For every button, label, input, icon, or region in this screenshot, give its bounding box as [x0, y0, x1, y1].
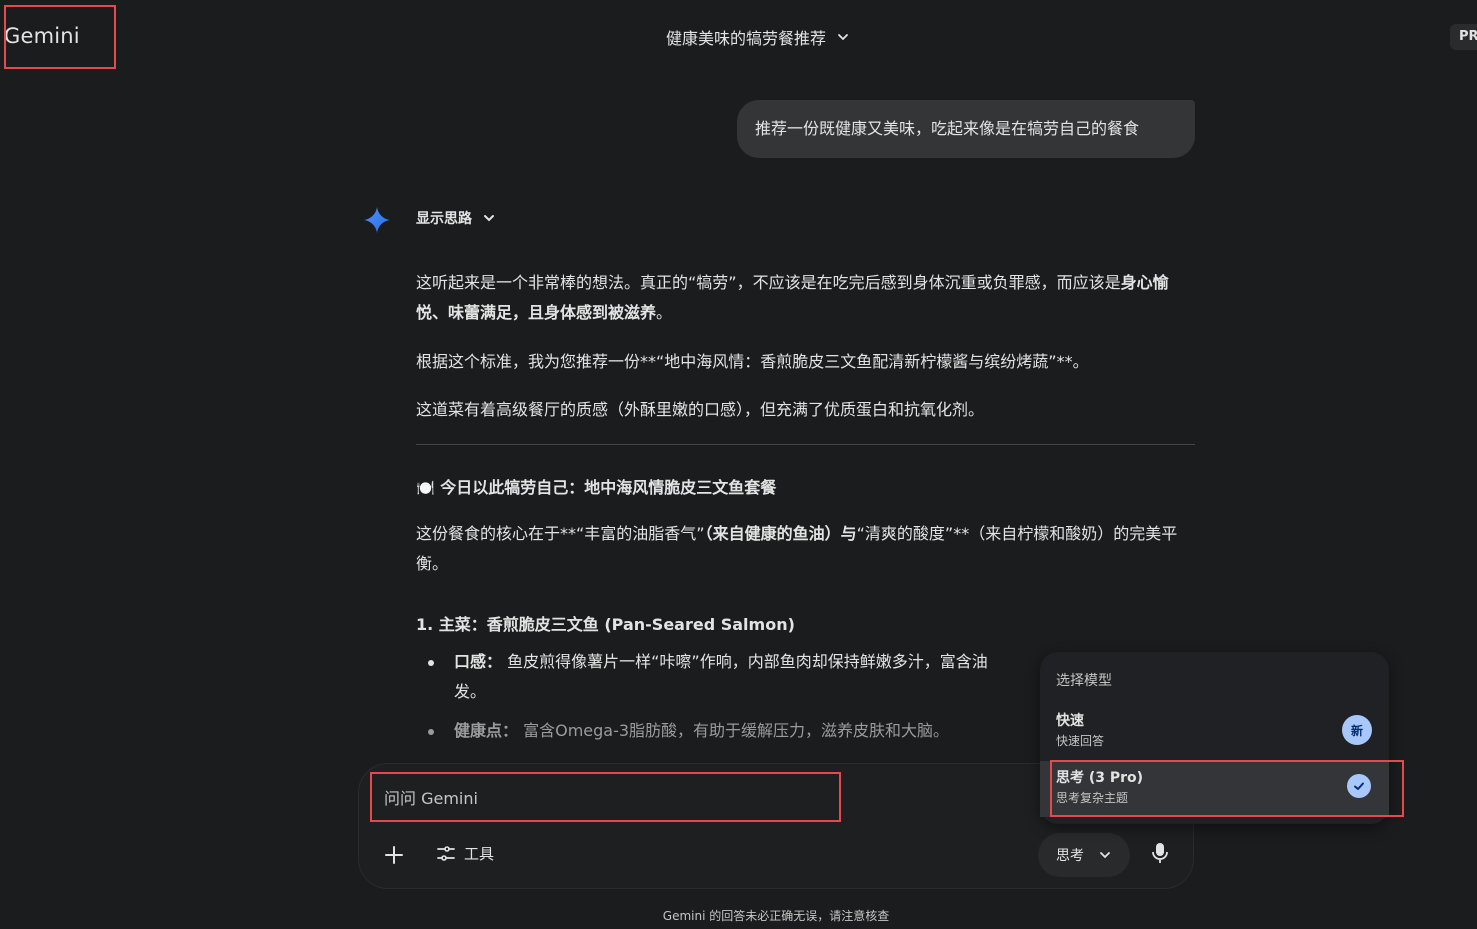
show-thoughts-label: 显示思路 [416, 211, 472, 227]
model-option-title: 快速 [1056, 713, 1084, 729]
response-paragraph-2: 根据这个标准，我为您推荐一份**“地中海风情：香煎脆皮三文鱼配清新柠檬酱与缤纷烤… [416, 352, 1089, 371]
response-paragraph-3: 这道菜有着高级餐厅的质感（外酥里嫩的口感），但充满了优质蛋白和抗氧化剂。 [416, 400, 985, 419]
bullet-dot [428, 729, 434, 735]
section-heading-text: 今日以此犒劳自己：地中海风情脆皮三文鱼套餐 [440, 478, 777, 497]
mode-label: 思考 [1056, 848, 1084, 864]
response-paragraph-4: 这份餐食的核心在于**“丰富的油脂香气”（来自健康的鱼油）与“清爽的酸度”**（… [416, 519, 1186, 579]
chat-title-text: 健康美味的犒劳餐推荐 [666, 29, 827, 48]
new-badge: 新 [1342, 715, 1372, 745]
bullet-label: 健康点： [454, 721, 519, 740]
bullet-list: 口感： 鱼皮煎得像薯片一样“咔嚓”作响，内部鱼肉却保持鲜嫩多汁，富含油 发。 健… [416, 647, 1056, 746]
plus-icon [385, 846, 403, 864]
bullet-label: 口感： [454, 652, 503, 671]
upgrade-pro-button[interactable]: PR [1450, 24, 1477, 50]
microphone-icon[interactable] [1148, 841, 1172, 865]
tools-button[interactable]: 工具 [436, 843, 494, 864]
input-highlight-box [370, 772, 841, 822]
response-text: 这份餐食的核心在于**“丰富的油脂香气” [416, 524, 705, 543]
chevron-down-icon [484, 215, 494, 222]
add-attachment-button[interactable] [379, 840, 409, 870]
list-item: 健康点： 富含Omega-3脂肪酸，有助于缓解压力，滋养皮肤和大脑。 [416, 716, 1056, 746]
show-thoughts-toggle[interactable]: 显示思路 [416, 208, 496, 228]
bullet-text: 富含Omega-3脂肪酸，有助于缓解压力，滋养皮肤和大脑。 [523, 721, 950, 740]
model-option-subtitle: 快速回答 [1056, 734, 1105, 748]
chevron-down-icon [838, 34, 848, 41]
response-text: 这听起来是一个非常棒的想法。真正的“犒劳”，不应该是在吃完后感到身体沉重或负罪感… [416, 273, 1121, 292]
chevron-down-icon [1100, 852, 1110, 859]
disclaimer-text: Gemini 的回答未必正确无误，请注意核查 [662, 909, 890, 923]
chat-title-dropdown[interactable]: 健康美味的犒劳餐推荐 [666, 25, 850, 49]
bullet-text: 鱼皮煎得像薯片一样“咔嚓”作响，内部鱼肉却保持鲜嫩多汁，富含油 [507, 652, 988, 671]
tune-icon [437, 845, 455, 861]
plate-icon: 🍽️ [416, 479, 435, 497]
gemini-spark-icon [364, 207, 390, 233]
gemini-chat-page: Gemini 健康美味的犒劳餐推荐 PR 推荐一份既健康又美味，吃起来像是在犒劳… [0, 0, 1477, 929]
logo-highlight-box [4, 5, 116, 69]
tools-label: 工具 [464, 845, 495, 863]
user-message-bubble: 推荐一份既健康又美味，吃起来像是在犒劳自己的餐食 [737, 100, 1195, 158]
model-menu-title: 选择模型 [1056, 673, 1112, 689]
section-divider [416, 444, 1195, 445]
item-heading: 1. 主菜：香煎脆皮三文鱼 (Pan-Seared Salmon) [416, 615, 795, 634]
model-mode-dropdown[interactable]: 思考 [1038, 833, 1130, 877]
section-heading: 🍽️ 今日以此犒劳自己：地中海风情脆皮三文鱼套餐 [416, 473, 1196, 503]
selected-option-highlight-box [1050, 760, 1404, 817]
list-item: 口感： 鱼皮煎得像薯片一样“咔嚓”作响，内部鱼肉却保持鲜嫩多汁，富含油 发。 [416, 647, 1056, 707]
model-option-fast[interactable]: 快速 快速回答 新 [1040, 704, 1389, 760]
response-paragraph-1: 这听起来是一个非常棒的想法。真正的“犒劳”，不应该是在吃完后感到身体沉重或负罪感… [416, 268, 1196, 328]
response-text: 。 [656, 303, 673, 322]
bullet-dot [428, 660, 434, 666]
bullet-text-continued: 发。 [454, 682, 487, 701]
response-bold-text: （来自健康的鱼油）与 [704, 524, 857, 543]
